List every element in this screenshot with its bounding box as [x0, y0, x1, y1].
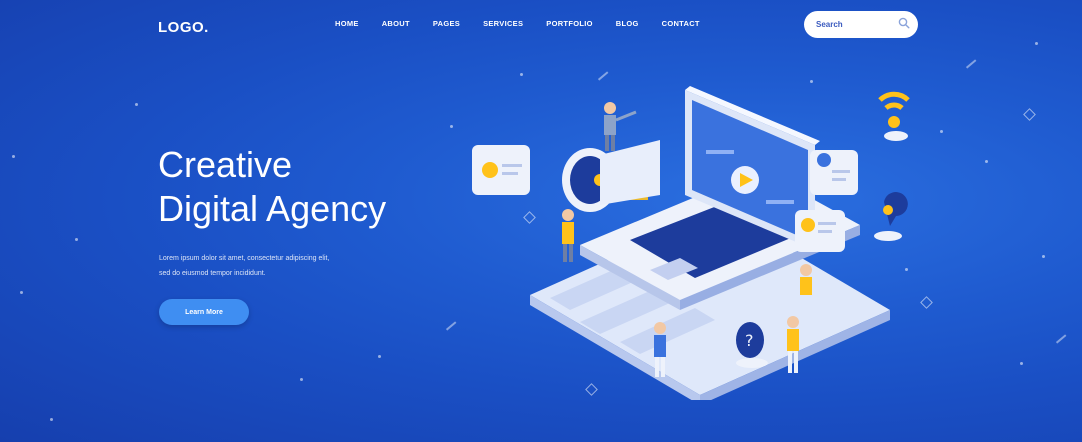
nav-item-blog[interactable]: BLOG: [616, 19, 639, 28]
person-illustration: [562, 209, 574, 262]
nav-item-services[interactable]: SERVICES: [483, 19, 523, 28]
nav-item-pages[interactable]: PAGES: [433, 19, 460, 28]
background-diamond: [1023, 108, 1036, 121]
background-star: [1020, 362, 1023, 365]
chat-bubble-icon: [795, 210, 845, 252]
background-star: [135, 103, 138, 106]
background-star: [985, 160, 988, 163]
background-star: [12, 155, 15, 158]
nav-item-portfolio[interactable]: PORTFOLIO: [546, 19, 592, 28]
learn-more-button[interactable]: Learn More: [159, 299, 249, 325]
main-nav: HOME ABOUT PAGES SERVICES PORTFOLIO BLOG…: [335, 19, 700, 28]
background-star: [940, 130, 943, 133]
svg-text:?: ?: [745, 331, 754, 350]
site-logo[interactable]: LOGO.: [158, 19, 209, 36]
nav-item-about[interactable]: ABOUT: [382, 19, 410, 28]
background-star: [378, 355, 381, 358]
background-star: [75, 238, 78, 241]
hero-illustration: ?: [472, 86, 910, 400]
search-box: [804, 11, 918, 38]
background-star: [1042, 255, 1045, 258]
background-dash: [965, 59, 977, 69]
hero-description-line-1: Lorem ipsum dolor sit amet, consectetur …: [159, 255, 330, 262]
background-star: [450, 125, 453, 128]
person-illustration: [787, 316, 799, 373]
chat-bubble-icon: [472, 145, 530, 195]
search-icon[interactable]: [898, 16, 910, 34]
search-input[interactable]: [814, 19, 898, 30]
background-star: [1035, 42, 1038, 45]
location-pin-icon: [874, 192, 908, 241]
background-dash: [1055, 334, 1067, 344]
hero-title-line-1: Creative: [158, 144, 293, 185]
person-illustration: [800, 264, 812, 295]
hero-description: Lorem ipsum dolor sit amet, consectetur …: [159, 251, 399, 281]
background-star: [20, 291, 23, 294]
wifi-icon: [878, 91, 910, 141]
background-star: [300, 378, 303, 381]
hero-title: Creative Digital Agency: [158, 143, 386, 231]
background-dash: [445, 321, 457, 331]
hero-title-line-2: Digital Agency: [158, 188, 387, 229]
chat-bubble-icon: [810, 150, 858, 195]
hero-description-line-2: sed do eiusmod tempor incididunt.: [159, 270, 266, 277]
background-star: [50, 418, 53, 421]
nav-item-contact[interactable]: CONTACT: [662, 19, 700, 28]
nav-item-home[interactable]: HOME: [335, 19, 359, 28]
person-illustration: [604, 102, 637, 151]
